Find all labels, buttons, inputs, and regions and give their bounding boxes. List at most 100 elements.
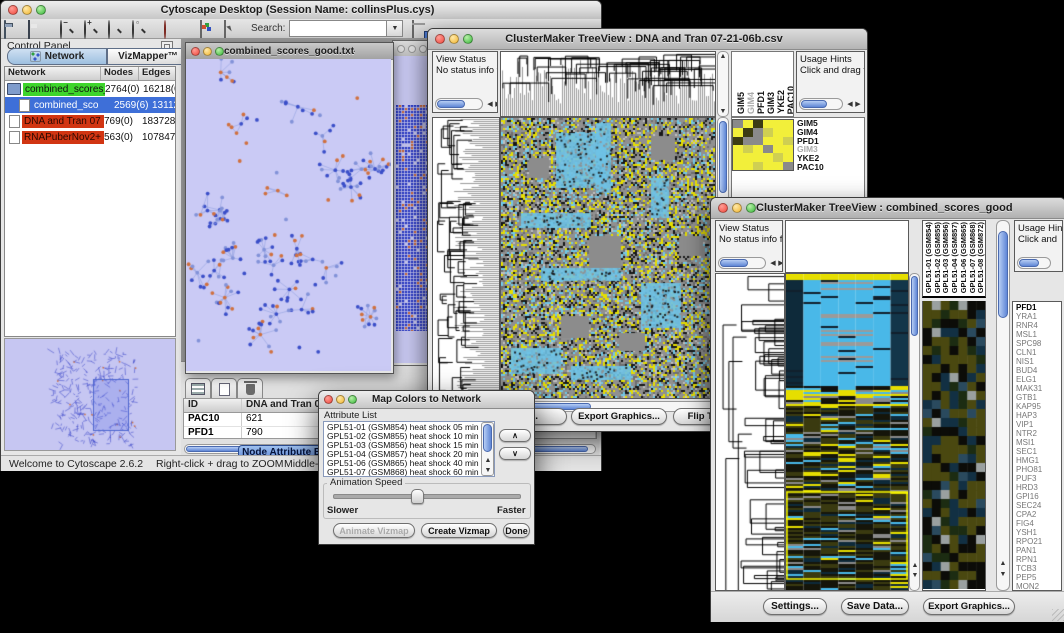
scroll-down-icon[interactable]: ▼ (998, 570, 1008, 579)
matrix-cell[interactable] (753, 120, 763, 128)
matrix-cell[interactable] (783, 128, 793, 136)
search-dropdown-icon[interactable]: ▼ (387, 20, 403, 37)
network-row[interactable]: DNA and Tran 07769(0)183728(0) (5, 113, 175, 129)
minimize-button[interactable] (449, 34, 459, 44)
scroll-right-icon[interactable]: ▶ (853, 100, 863, 109)
close-button[interactable] (397, 45, 405, 53)
matrix-cell[interactable] (773, 145, 783, 153)
zoom-button[interactable] (463, 34, 473, 44)
save-data-button[interactable]: Save Data... (841, 598, 909, 615)
network-row[interactable]: combined_scores_2764(0)16218(0) (5, 81, 175, 97)
matrix-cell[interactable] (733, 153, 743, 161)
scroll-down-icon[interactable]: ▼ (910, 571, 920, 580)
data-panel-trash-icon[interactable] (237, 378, 263, 399)
minimize-button[interactable] (408, 45, 416, 53)
zoom-button[interactable] (348, 395, 357, 404)
network-view-canvas[interactable] (186, 59, 391, 371)
tab-vizmapper[interactable]: VizMapper™ (107, 48, 189, 65)
tv1-zoom-matrix[interactable] (732, 119, 794, 171)
vizmapper-icon[interactable] (200, 21, 218, 37)
matrix-cell[interactable] (763, 153, 773, 161)
tv1-top-vscrollbar[interactable]: ▲▼ (717, 51, 729, 117)
settings-button[interactable]: Settings... (763, 598, 827, 615)
network-overview-canvas[interactable] (5, 339, 175, 450)
matrix-cell[interactable] (743, 162, 753, 170)
minimize-button[interactable] (336, 395, 345, 404)
matrix-cell[interactable] (733, 137, 743, 145)
done-button[interactable]: Done (503, 523, 530, 538)
resize-grip[interactable] (1052, 609, 1064, 621)
scroll-right-icon[interactable]: ▶ (493, 100, 498, 109)
matrix-cell[interactable] (763, 120, 773, 128)
tv2-hints-hscrollbar[interactable] (1017, 257, 1051, 269)
zoom-fit-icon[interactable] (108, 21, 126, 37)
network-row[interactable]: combined_sco2569(6)13112(15) (5, 97, 175, 113)
minimize-button[interactable] (22, 5, 32, 15)
dense-network-canvas[interactable] (396, 105, 428, 331)
scroll-up-icon[interactable]: ▲ (910, 561, 920, 570)
matrix-cell[interactable] (783, 145, 793, 153)
matrix-cell[interactable] (773, 128, 783, 136)
annotation-icon[interactable] (224, 21, 242, 37)
matrix-cell[interactable] (773, 153, 783, 161)
network-view-2[interactable] (393, 56, 429, 363)
matrix-cell[interactable] (783, 137, 793, 145)
data-panel-table-icon[interactable] (185, 378, 211, 399)
export-graphics-button[interactable]: Export Graphics... (571, 408, 667, 425)
zoom-button[interactable] (215, 47, 224, 56)
matrix-cell[interactable] (743, 137, 753, 145)
tv1-row-dendrogram[interactable] (433, 118, 499, 428)
close-button[interactable] (8, 5, 18, 15)
data-panel-new-doc-icon[interactable] (211, 378, 237, 399)
matrix-cell[interactable] (783, 153, 793, 161)
matrix-cell[interactable] (733, 128, 743, 136)
tv2-right-vscrollbar[interactable]: ▲ ▼ (996, 220, 1010, 591)
tv1-heatmap-canvas[interactable] (501, 118, 715, 398)
matrix-cell[interactable] (753, 145, 763, 153)
tv1-hints-hscrollbar[interactable] (799, 98, 843, 110)
matrix-cell[interactable] (743, 145, 753, 153)
close-button[interactable] (191, 47, 200, 56)
help-lifesaver-icon[interactable] (164, 21, 182, 37)
close-button[interactable] (435, 34, 445, 44)
search-input[interactable] (289, 20, 387, 37)
close-button[interactable] (324, 395, 333, 404)
matrix-cell[interactable] (783, 162, 793, 170)
minimize-button[interactable] (203, 47, 212, 56)
tv1-status-hscrollbar[interactable] (435, 98, 483, 110)
attribute-list-item[interactable]: GPL51-07 (GSM868) heat shock 60 min (327, 468, 494, 477)
matrix-cell[interactable] (773, 137, 783, 145)
minimize-button[interactable] (732, 203, 742, 213)
matrix-cell[interactable] (753, 153, 763, 161)
animation-speed-slider-track[interactable] (333, 494, 521, 499)
create-vizmap-button[interactable]: Create Vizmap (421, 523, 497, 538)
close-button[interactable] (718, 203, 728, 213)
attribute-list-scrollbar[interactable]: ▲ ▼ (481, 422, 494, 476)
matrix-cell[interactable] (763, 162, 773, 170)
move-up-button[interactable]: ∧ (499, 429, 531, 442)
open-folder-icon[interactable] (4, 21, 22, 37)
scroll-up-icon[interactable]: ▲ (483, 456, 493, 465)
matrix-cell[interactable] (753, 162, 763, 170)
network-row[interactable]: RNAPuberNov2+563(0)107847(0) (5, 129, 175, 145)
tv2-zoom-heatmap-canvas[interactable] (923, 301, 985, 589)
matrix-cell[interactable] (763, 145, 773, 153)
scroll-right-icon[interactable]: ▶ (776, 259, 783, 268)
matrix-cell[interactable] (773, 162, 783, 170)
matrix-cell[interactable] (773, 120, 783, 128)
matrix-cell[interactable] (763, 128, 773, 136)
matrix-cell[interactable] (783, 120, 793, 128)
scroll-up-icon[interactable]: ▲ (998, 559, 1008, 568)
tv2-vscrollbar[interactable]: ▲ ▼ (909, 273, 920, 591)
matrix-cell[interactable] (733, 162, 743, 170)
tab-network[interactable]: Network (7, 48, 107, 65)
matrix-cell[interactable] (743, 120, 753, 128)
save-icon[interactable] (28, 21, 46, 37)
matrix-cell[interactable] (733, 145, 743, 153)
scroll-down-icon[interactable]: ▼ (483, 466, 493, 475)
zoom-button[interactable] (746, 203, 756, 213)
move-down-button[interactable]: ∨ (499, 447, 531, 460)
matrix-cell[interactable] (743, 153, 753, 161)
tv2-row-dendrogram[interactable] (716, 274, 784, 590)
matrix-cell[interactable] (763, 137, 773, 145)
